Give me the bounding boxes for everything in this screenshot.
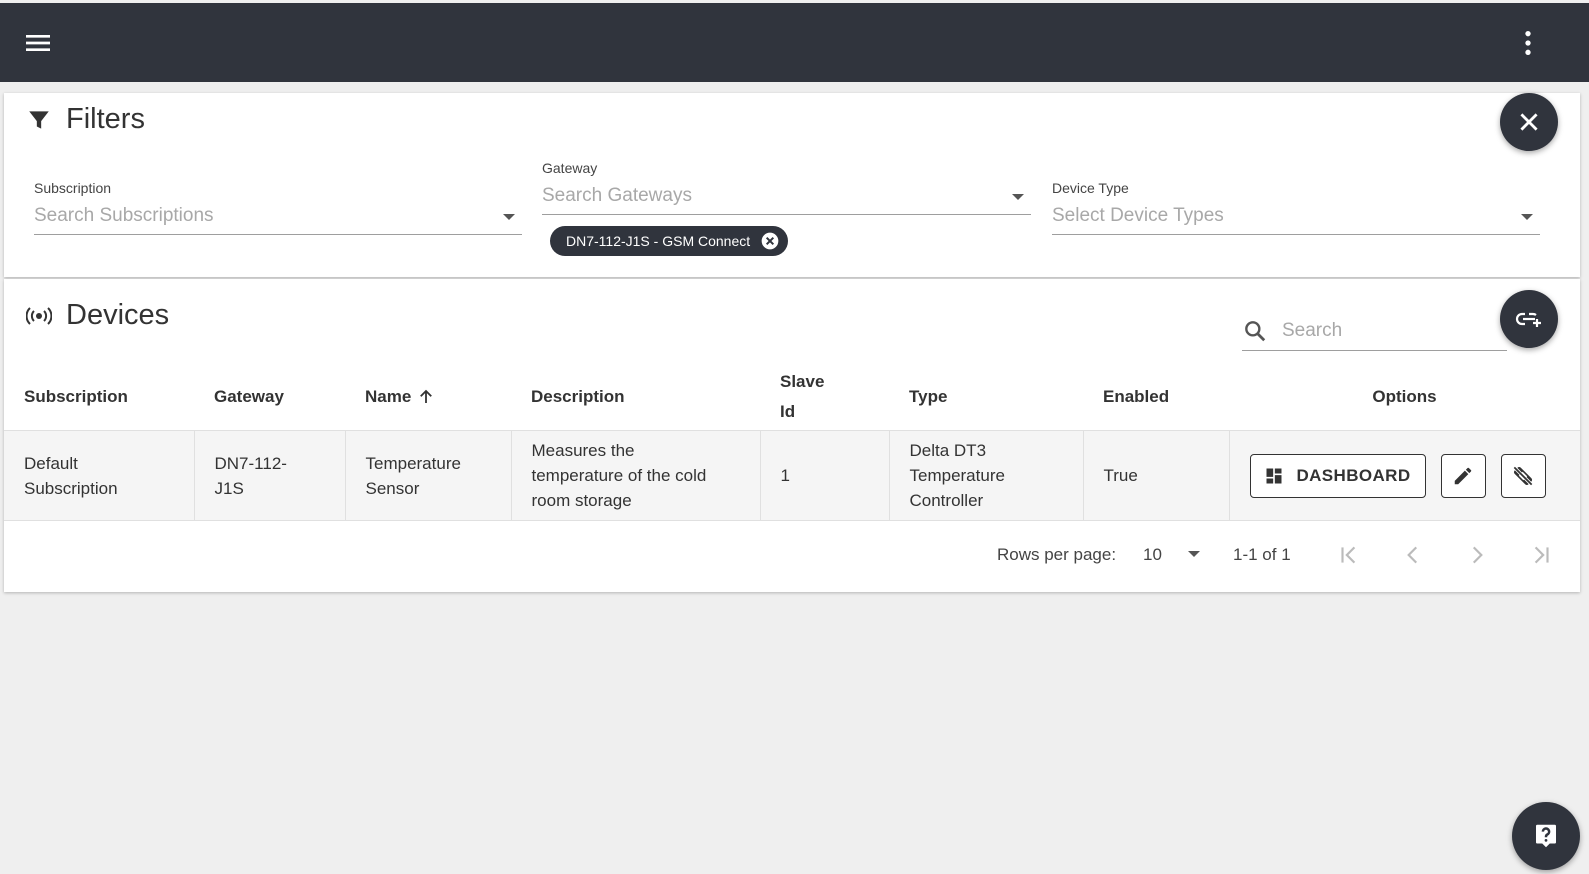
devices-title: Devices: [26, 299, 169, 332]
cell-description-line2: temperature of the cold: [531, 466, 707, 485]
pagination: Rows per page: 10 1-1 of 1: [0, 540, 1589, 570]
cell-type-line2: Temperature: [909, 466, 1005, 485]
cell-subscription: Default Subscription: [4, 430, 195, 521]
cell-enabled: True: [1083, 430, 1230, 521]
gateway-label: Gateway: [542, 160, 598, 176]
cell-gateway: DN7-112- J1S: [194, 430, 346, 521]
more-vert-icon[interactable]: [1512, 27, 1544, 59]
cell-description-line3: room storage: [531, 491, 632, 510]
cell-subscription-line1: Default: [24, 453, 78, 473]
col-gateway[interactable]: Gateway: [194, 363, 345, 431]
top-app-bar: [0, 3, 1589, 82]
chevron-down-icon[interactable]: [1187, 549, 1201, 559]
prev-page-icon[interactable]: [1400, 542, 1426, 568]
edit-button[interactable]: [1440, 453, 1486, 498]
col-type[interactable]: Type: [889, 363, 1083, 431]
devices-title-text: Devices: [66, 299, 170, 331]
chevron-down-icon[interactable]: [1520, 212, 1534, 222]
col-enabled[interactable]: Enabled: [1083, 363, 1229, 431]
device-search-input[interactable]: [1280, 319, 1494, 343]
bandage-off-icon: [1513, 465, 1533, 486]
device-type-input[interactable]: [1052, 202, 1492, 230]
filters-title: Filters: [26, 103, 145, 136]
cell-description-line1: Measures the: [531, 441, 635, 460]
pagination-range: 1-1 of 1: [1233, 545, 1291, 564]
gateway-input[interactable]: [542, 182, 983, 210]
gateway-chip-label: DN7-112-J1S - GSM Connect: [566, 233, 751, 249]
col-slave-id-line2: Id: [780, 401, 796, 421]
subscription-field: Subscription: [34, 180, 522, 235]
rows-per-page-label: Rows per page:: [997, 545, 1117, 564]
table-row[interactable]: Default Subscription DN7-112- J1S Temper…: [4, 430, 1580, 521]
chevron-down-icon[interactable]: [502, 212, 516, 222]
gateway-field: Gateway: [542, 160, 1031, 215]
help-icon: [1536, 824, 1556, 848]
filters-title-text: Filters: [66, 103, 145, 135]
close-icon: [1520, 113, 1538, 131]
subscription-input[interactable]: [34, 202, 474, 230]
cell-description: Measures the temperature of the cold roo…: [511, 430, 761, 521]
cell-gateway-line1: DN7-112-: [214, 453, 287, 473]
chip-remove-icon[interactable]: [760, 231, 780, 251]
close-filters-button[interactable]: [1500, 93, 1558, 151]
cell-name-line1: Temperature: [365, 453, 461, 473]
dashboard-button-label: DASHBOARD: [1296, 465, 1411, 485]
col-slave-id-line1: Slave: [780, 371, 825, 391]
next-page-icon[interactable]: [1464, 542, 1490, 568]
first-page-icon[interactable]: [1336, 542, 1362, 568]
broadcast-icon: [26, 306, 52, 325]
col-description[interactable]: Description: [511, 363, 760, 431]
devices-table: Subscription Gateway Name Description Sl…: [4, 363, 1580, 521]
col-name-label: Name: [365, 386, 412, 406]
add-link-button[interactable]: [1500, 290, 1558, 348]
help-button[interactable]: [1512, 802, 1580, 870]
table-header-row: Subscription Gateway Name Description Sl…: [4, 363, 1580, 431]
dashboard-button[interactable]: DASHBOARD: [1249, 453, 1426, 498]
add-link-icon: [1515, 312, 1541, 327]
col-slave-id[interactable]: Slave Id: [760, 363, 889, 431]
cell-options: DASHBOARD: [1229, 430, 1580, 521]
cell-type-line3: Controller: [909, 491, 984, 510]
device-search: [1242, 312, 1507, 351]
device-type-label: Device Type: [1052, 180, 1129, 196]
gateway-chip: DN7-112-J1S - GSM Connect: [550, 226, 789, 256]
col-name[interactable]: Name: [345, 363, 511, 431]
device-type-field: Device Type: [1052, 180, 1540, 235]
remove-device-button[interactable]: [1500, 453, 1546, 498]
rows-per-page-select[interactable]: 10: [1143, 545, 1162, 565]
last-page-icon[interactable]: [1528, 542, 1554, 568]
col-options: Options: [1229, 363, 1580, 431]
col-subscription[interactable]: Subscription: [4, 363, 194, 431]
filter-icon: [29, 110, 49, 129]
cell-type: Delta DT3 Temperature Controller: [889, 430, 1084, 521]
cell-subscription-line2: Subscription: [24, 478, 118, 498]
pencil-icon: [1454, 467, 1472, 484]
arrow-up-icon: [420, 389, 433, 403]
chevron-down-icon[interactable]: [1011, 192, 1025, 202]
menu-icon[interactable]: [22, 27, 54, 59]
subscription-label: Subscription: [34, 180, 112, 196]
cell-gateway-line2: J1S: [214, 478, 244, 498]
dashboard-icon: [1266, 468, 1282, 483]
cell-name: Temperature Sensor: [345, 430, 512, 521]
cell-type-line1: Delta DT3: [909, 441, 987, 460]
search-icon: [1245, 321, 1266, 342]
cell-name-line2: Sensor: [365, 478, 420, 498]
cell-slave-id: 1: [760, 430, 890, 521]
